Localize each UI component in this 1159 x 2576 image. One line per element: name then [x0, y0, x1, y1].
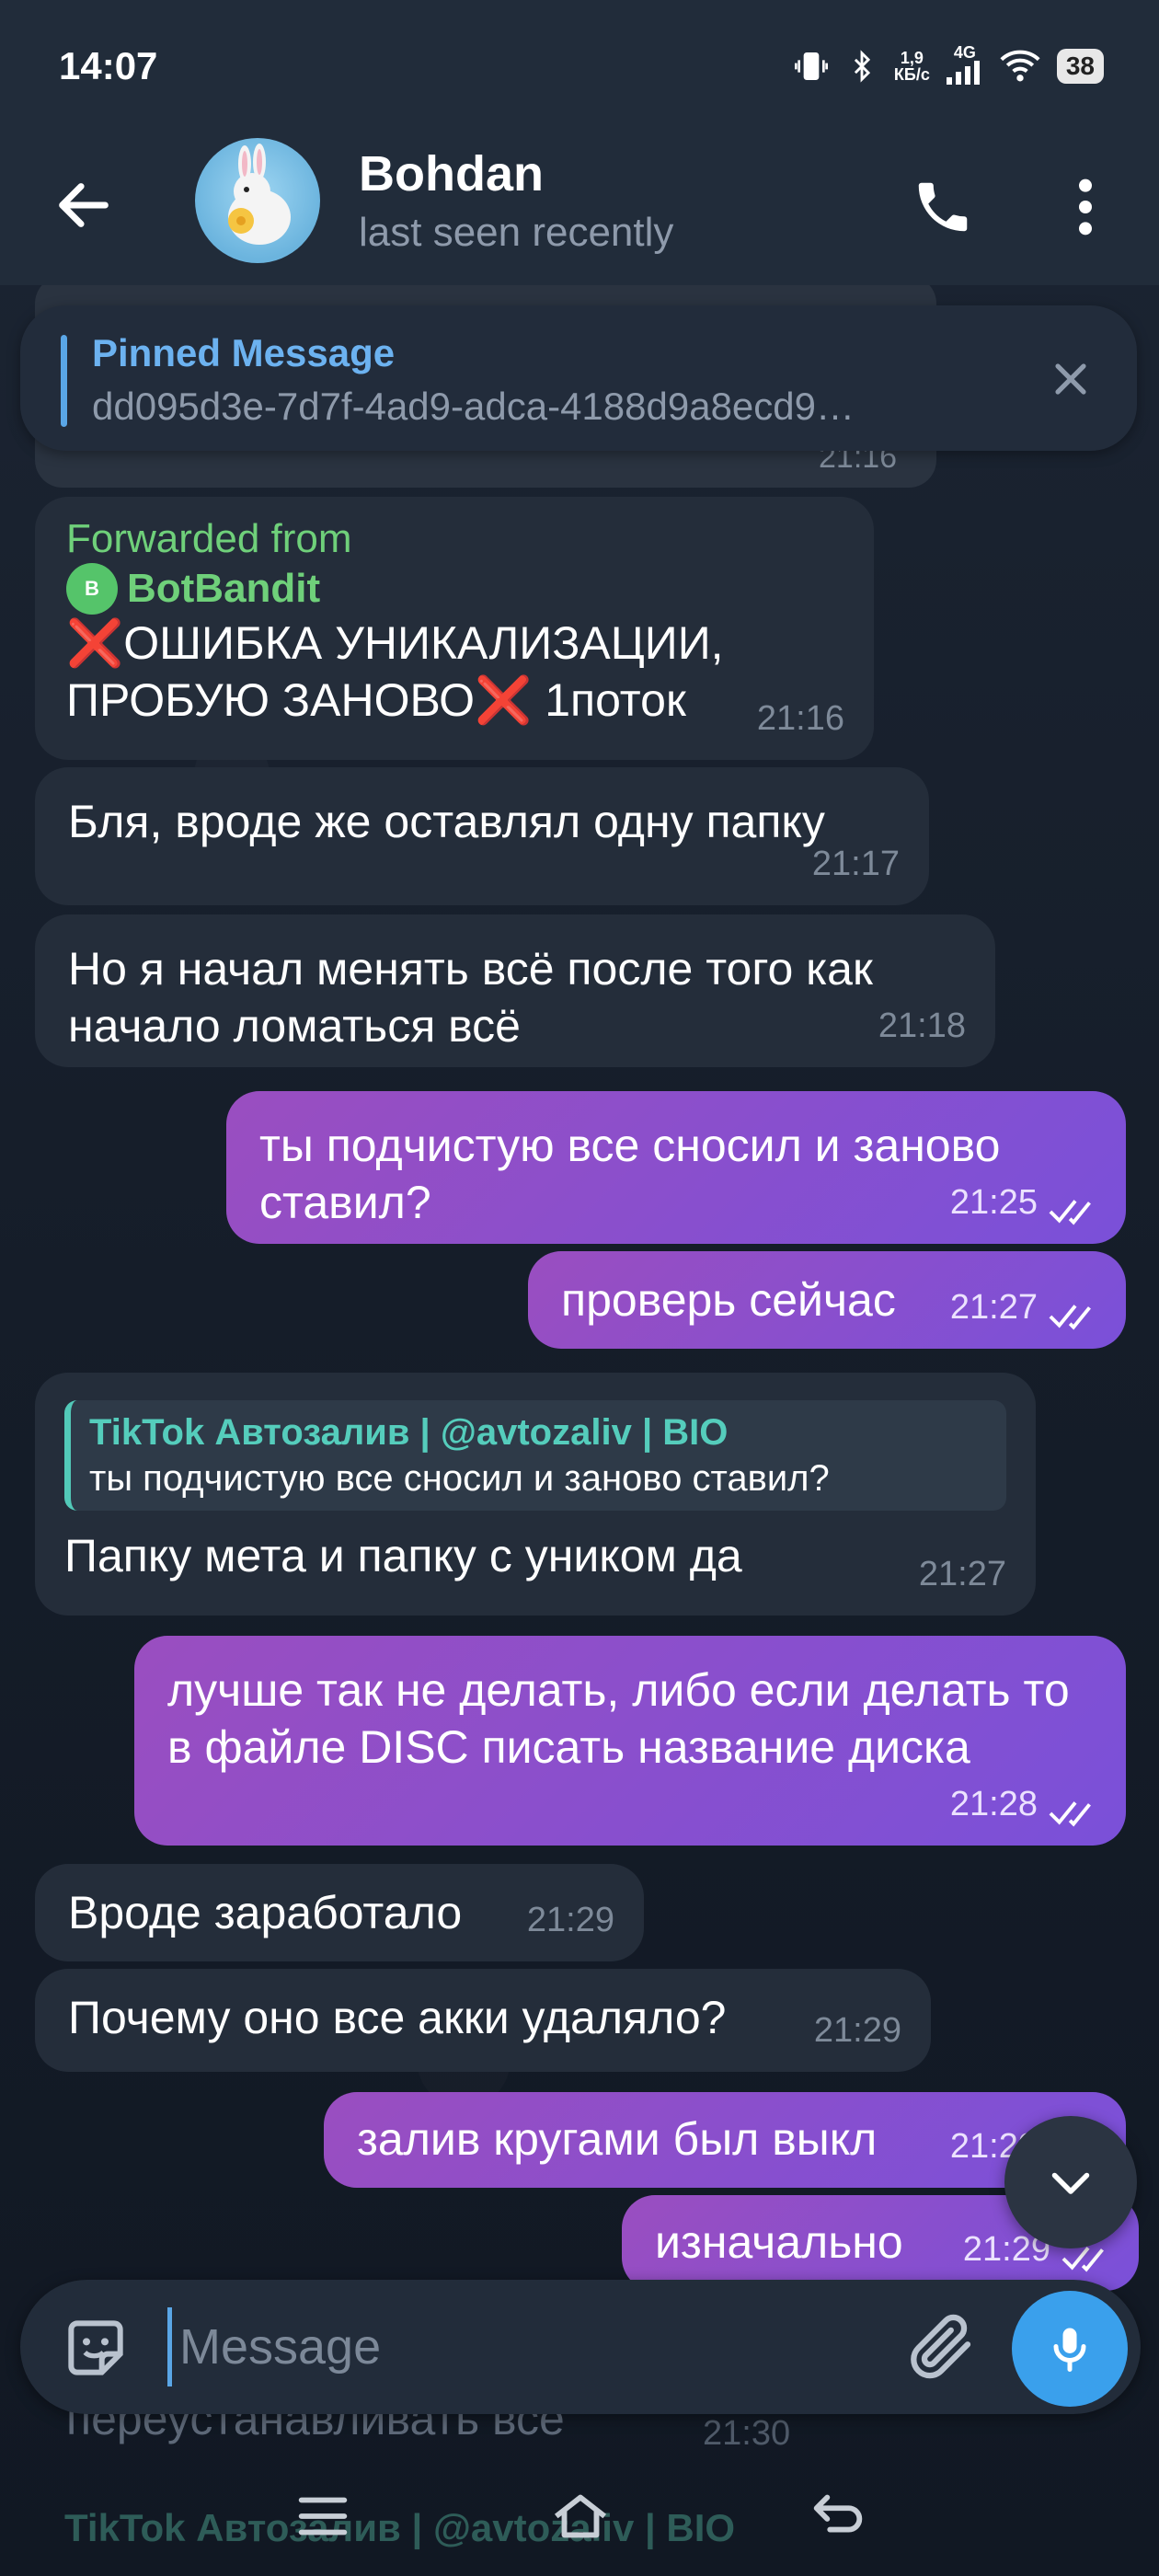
message-bubble[interactable]: Бля, вроде же оставлял одну папку 21:17: [35, 767, 929, 905]
message-bubble-outgoing[interactable]: проверь сейчас 21:27: [528, 1251, 1126, 1349]
cross-emoji: ❌: [66, 617, 124, 669]
partial-message-time: 21:30: [703, 2414, 791, 2453]
message-text: Но я начал менять всё после того как нач…: [68, 943, 873, 1052]
network-label: 4G: [953, 43, 976, 62]
status-bar: 14:07 1,9 КБ/с 4G 38: [0, 0, 1159, 138]
home-icon[interactable]: [548, 2484, 613, 2548]
cross-emoji: ❌: [475, 674, 533, 726]
message-text: Почему оно все акки удаляло?: [68, 1992, 727, 2043]
message-text: проверь сейчас: [561, 1274, 896, 1326]
contact-name[interactable]: Bohdan: [359, 145, 544, 202]
status-time: 14:07: [59, 44, 158, 87]
message-text: Папку мета и папку с уником да: [64, 1530, 742, 1581]
reply-title: TikTok Автозалив | @avtozaliv | BIO: [89, 1412, 729, 1453]
pinned-indicator: [61, 335, 67, 427]
chevron-down-icon: [1051, 2172, 1090, 2194]
avatar[interactable]: [195, 138, 320, 263]
message-text: ❌ОШИБКА УНИКАЛИЗАЦИИ, ПРОБУЮ ЗАНОВО❌ 1по…: [66, 615, 843, 729]
pinned-message-bar[interactable]: Pinned Message dd095d3e-7d7f-4ad9-adca-4…: [20, 305, 1137, 451]
message-line-2b: 1поток: [532, 674, 686, 726]
rabbit-avatar-icon: [228, 144, 291, 245]
back-nav-icon[interactable]: [806, 2484, 870, 2548]
message-bubble[interactable]: Вроде заработало 21:29: [35, 1864, 644, 1961]
sticker-icon[interactable]: [59, 2311, 132, 2385]
double-check-icon: [1049, 1801, 1091, 1827]
close-icon[interactable]: [1045, 353, 1096, 405]
message-text: изначально: [655, 2216, 903, 2268]
message-time: 21:16: [756, 699, 844, 738]
phone-icon[interactable]: [911, 175, 975, 239]
message-composer: [20, 2280, 1141, 2414]
message-time: 21:29: [813, 2011, 901, 2050]
message-time: 21:25: [949, 1183, 1038, 1222]
message-input[interactable]: [167, 2307, 903, 2386]
speed-unit: КБ/с: [893, 64, 930, 84]
recents-icon[interactable]: [291, 2484, 355, 2548]
back-arrow-icon[interactable]: [52, 173, 116, 237]
speed-value: 1,9: [900, 48, 924, 67]
message-line-2: ПРОБУЮ ЗАНОВО: [66, 674, 476, 726]
forwarded-source[interactable]: B BotBandit: [66, 563, 843, 615]
battery-indicator: 38: [1056, 48, 1104, 84]
bluetooth-icon: [854, 49, 870, 83]
forwarded-name: BotBandit: [127, 566, 321, 611]
message-text: залив кругами был выкл: [357, 2113, 878, 2165]
double-check-icon: [1049, 1305, 1091, 1330]
scroll-to-bottom-button[interactable]: [1004, 2116, 1137, 2248]
forwarded-label: Forwarded from: [66, 516, 352, 561]
contact-status: last seen recently: [359, 210, 674, 255]
reply-quote[interactable]: TikTok Автозалив | @avtozaliv | BIO ты п…: [64, 1400, 1006, 1511]
wifi-icon: [1000, 50, 1040, 81]
message-time: 21:28: [949, 1785, 1038, 1823]
message-time: 21:18: [878, 1006, 966, 1045]
pinned-title: Pinned Message: [92, 331, 396, 374]
message-time: 21:27: [949, 1288, 1038, 1327]
message-line-1: ОШИБКА УНИКАЛИЗАЦИИ,: [123, 617, 724, 669]
voice-record-button[interactable]: [1012, 2291, 1128, 2407]
message-text: Вроде заработало: [68, 1887, 463, 1938]
bot-avatar: B: [66, 563, 118, 615]
message-time: 21:29: [526, 1901, 614, 1939]
message-bubble[interactable]: Почему оно все акки удаляло? 21:29: [35, 1969, 931, 2072]
paperclip-icon[interactable]: [903, 2307, 981, 2385]
message-bubble-reply[interactable]: TikTok Автозалив | @avtozaliv | BIO ты п…: [35, 1373, 1036, 1616]
chat-header: Bohdan last seen recently: [0, 138, 1159, 285]
status-icons: 1,9 КБ/с 4G 38: [793, 44, 1104, 87]
double-check-icon: [1049, 1200, 1091, 1225]
network-type: 4G: [946, 43, 983, 87]
pinned-text: dd095d3e-7d7f-4ad9-adca-4188d9a8ecd9…: [92, 385, 855, 428]
vibrate-icon: [794, 52, 828, 80]
network-speed: 1,9 КБ/с: [894, 50, 930, 83]
message-text: лучше так не делать, либо если делать то…: [167, 1664, 1070, 1773]
microphone-icon: [1053, 2328, 1086, 2372]
message-bubble-outgoing[interactable]: ты подчистую все сносил и заново ставил?…: [226, 1091, 1126, 1244]
message-bubble[interactable]: Но я начал менять всё после того как нач…: [35, 914, 995, 1067]
signal-icon: [946, 61, 980, 85]
message-text: ты подчистую все сносил и заново ставил?: [259, 1120, 1001, 1228]
message-bubble-forwarded[interactable]: Forwarded from B BotBandit ❌ОШИБКА УНИКА…: [35, 497, 874, 760]
message-bubble-outgoing[interactable]: лучше так не делать, либо если делать то…: [134, 1636, 1126, 1846]
system-navigation-bar: [0, 2456, 1159, 2576]
message-text: Бля, вроде же оставлял одну папку: [68, 796, 825, 847]
message-time: 21:17: [811, 845, 900, 883]
message-time: 21:27: [918, 1555, 1006, 1593]
reply-text: ты подчистую все сносил и заново ставил?: [89, 1458, 830, 1499]
more-vertical-icon[interactable]: [1067, 175, 1104, 239]
